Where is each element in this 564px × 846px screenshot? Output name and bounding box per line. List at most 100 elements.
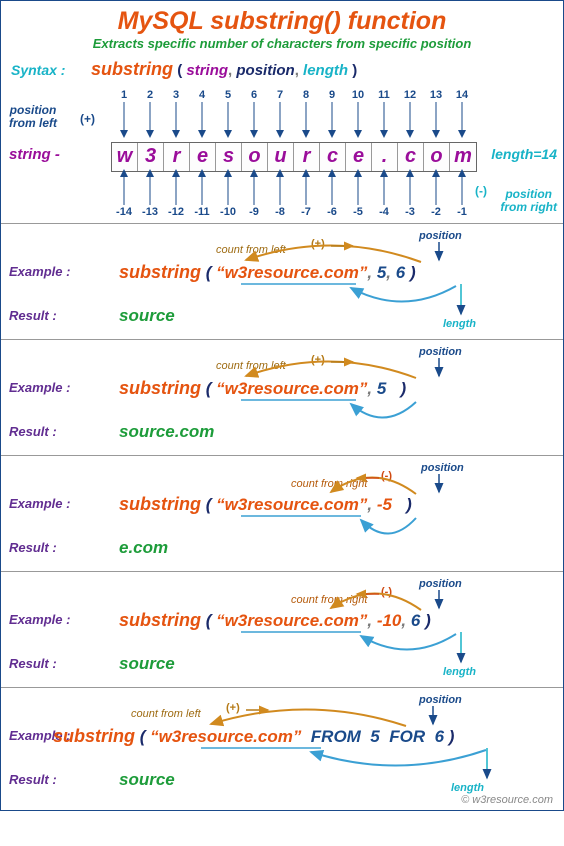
bottom-index: -6 xyxy=(319,206,345,218)
arrow-up-icon xyxy=(189,169,215,205)
top-index: 4 xyxy=(189,89,215,101)
arrow-up-icon xyxy=(423,169,449,205)
arrow-down-icon xyxy=(345,102,371,138)
footer-credit: © w3resource.com xyxy=(461,794,553,806)
page-subtitle: Extracts specific number of characters f… xyxy=(1,36,563,55)
example-label: Example : xyxy=(9,496,70,511)
example-label: Example : xyxy=(9,612,70,627)
position-tag: position xyxy=(419,230,462,242)
bottom-index: -7 xyxy=(293,206,319,218)
arrow-up-icon xyxy=(449,169,475,205)
char-cell: r xyxy=(164,143,190,171)
bottom-index: -13 xyxy=(137,206,163,218)
arc-overlay xyxy=(1,456,561,574)
result-text: source xyxy=(119,770,175,790)
top-index: 9 xyxy=(319,89,345,101)
arrow-down-icon xyxy=(293,102,319,138)
example-call: substring ( “w3resource.com”, -5 ) xyxy=(119,494,412,515)
hint-count-from-left: count from left xyxy=(216,244,286,256)
arrow-down-icon xyxy=(423,102,449,138)
top-index: 13 xyxy=(423,89,449,101)
sign-plus-icon: (+) xyxy=(226,702,240,714)
position-tag: position xyxy=(419,694,462,706)
char-cell: c xyxy=(398,143,424,171)
top-index: 12 xyxy=(397,89,423,101)
arrow-down-icon xyxy=(111,102,137,138)
arg-string: string xyxy=(186,62,228,79)
top-index: 7 xyxy=(267,89,293,101)
char-cell: . xyxy=(372,143,398,171)
char-cell: u xyxy=(268,143,294,171)
example-call: substring ( “w3resource.com”, 5, 6 ) xyxy=(119,262,416,283)
bottom-index: -10 xyxy=(215,206,241,218)
arrow-down-icon xyxy=(241,102,267,138)
bottom-index: -14 xyxy=(111,206,137,218)
arrows-down xyxy=(111,102,475,138)
char-cell: w xyxy=(112,143,138,171)
sign-minus-icon: (-) xyxy=(381,586,392,598)
arrow-down-icon xyxy=(371,102,397,138)
label-length: length=14 xyxy=(491,146,557,162)
hint-count-from-left: count from left xyxy=(131,708,201,720)
bottom-position-numbers: -14-13-12-11-10-9-8-7-6-5-4-3-2-1 xyxy=(111,206,475,218)
paren-open: ( xyxy=(177,62,182,79)
arrow-down-icon xyxy=(163,102,189,138)
syntax-row: Syntax : substring ( string, position, l… xyxy=(1,55,563,84)
result-label: Result : xyxy=(9,540,57,555)
bottom-index: -3 xyxy=(397,206,423,218)
top-index: 8 xyxy=(293,89,319,101)
arrow-up-icon xyxy=(267,169,293,205)
sign-minus-icon: (-) xyxy=(381,470,392,482)
length-tag: length xyxy=(443,666,476,678)
bottom-index: -9 xyxy=(241,206,267,218)
paren-close: ) xyxy=(352,62,357,79)
char-cell: s xyxy=(216,143,242,171)
position-tag: position xyxy=(421,462,464,474)
bottom-index: -4 xyxy=(371,206,397,218)
arrow-up-icon xyxy=(319,169,345,205)
example-block: Example :Result :substring ( “w3resource… xyxy=(1,224,563,340)
result-label: Result : xyxy=(9,424,57,439)
fn-name: substring xyxy=(91,59,173,79)
position-tag: position xyxy=(419,578,462,590)
char-cell: o xyxy=(242,143,268,171)
top-index: 6 xyxy=(241,89,267,101)
bottom-index: -11 xyxy=(189,206,215,218)
arrows-up xyxy=(111,169,475,205)
char-cell: c xyxy=(320,143,346,171)
example-block: Example : Result : substring ( “w3resource… xyxy=(1,456,563,572)
top-index: 14 xyxy=(449,89,475,101)
arrow-down-icon xyxy=(319,102,345,138)
top-index: 5 xyxy=(215,89,241,101)
arrow-up-icon xyxy=(137,169,163,205)
char-cell: e xyxy=(346,143,372,171)
length-tag: length xyxy=(443,318,476,330)
label-position-from-left: position from left xyxy=(9,104,57,130)
top-index: 2 xyxy=(137,89,163,101)
bottom-index: -5 xyxy=(345,206,371,218)
arrow-up-icon xyxy=(371,169,397,205)
arrow-up-icon xyxy=(241,169,267,205)
arg-position: position xyxy=(236,62,294,79)
top-index: 3 xyxy=(163,89,189,101)
arrow-up-icon xyxy=(293,169,319,205)
arrow-down-icon xyxy=(137,102,163,138)
arrow-up-icon xyxy=(397,169,423,205)
hint-count-from-right: count from right xyxy=(291,478,367,490)
sign-plus-icon: (+) xyxy=(311,354,325,366)
result-text: source xyxy=(119,306,175,326)
sign-plus: (+) xyxy=(80,112,95,126)
example-label: Example : xyxy=(9,380,70,395)
char-boxes: w3resource.com xyxy=(111,142,477,172)
example-call: substring ( “w3resource.com”, -10, 6 ) xyxy=(119,610,431,631)
example-label: Example : xyxy=(9,264,70,279)
result-text: source xyxy=(119,654,175,674)
arrow-down-icon xyxy=(397,102,423,138)
result-label: Result : xyxy=(9,772,57,787)
hint-count-from-right: count from right xyxy=(291,594,367,606)
arrow-down-icon xyxy=(189,102,215,138)
arrow-up-icon xyxy=(345,169,371,205)
hint-count-from-left: count from left xyxy=(216,360,286,372)
length-tag: length xyxy=(451,782,484,794)
label-position-from-right: position from right xyxy=(500,188,557,214)
